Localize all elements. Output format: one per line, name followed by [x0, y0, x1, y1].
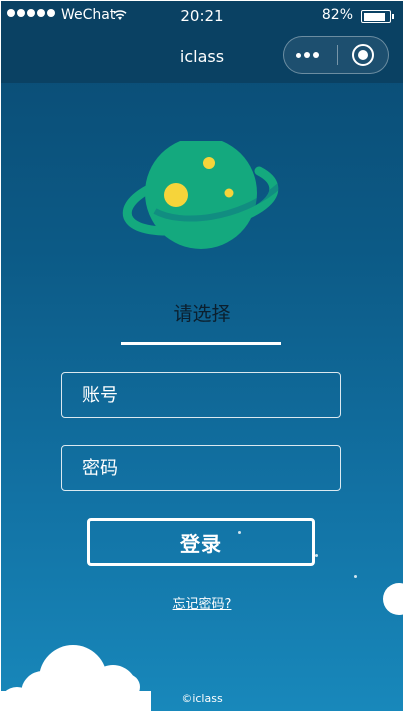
- password-field-box: [61, 445, 341, 491]
- copyright: ©iclass: [181, 692, 223, 705]
- more-icon[interactable]: [296, 48, 330, 62]
- status-bar: WeChat 20:21 82%: [1, 1, 403, 31]
- app-screen: WeChat 20:21 82% iclass 请选择 账号 登录 忘记密码? …: [1, 1, 403, 711]
- account-input[interactable]: [62, 373, 340, 417]
- cloud-decoration: [383, 583, 403, 615]
- login-button[interactable]: 登录: [87, 518, 315, 566]
- password-input[interactable]: [62, 446, 340, 490]
- select-prompt: 请选择: [173, 303, 231, 325]
- close-capsule-icon[interactable]: [352, 44, 374, 66]
- mini-program-capsule: [283, 36, 389, 74]
- nav-bar: iclass: [1, 31, 403, 83]
- star-decoration: [315, 554, 318, 557]
- capsule-divider: [337, 45, 338, 65]
- battery-percent: 82%: [321, 7, 353, 23]
- planet-logo-icon: [122, 141, 281, 249]
- battery-icon: [361, 10, 394, 23]
- prompt-underline: [121, 342, 281, 345]
- forgot-password-row: 忘记密码?: [1, 593, 403, 612]
- star-decoration: [354, 575, 357, 578]
- star-decoration: [238, 531, 241, 534]
- account-field-box: [61, 372, 341, 418]
- forgot-password-link[interactable]: 忘记密码?: [173, 597, 232, 612]
